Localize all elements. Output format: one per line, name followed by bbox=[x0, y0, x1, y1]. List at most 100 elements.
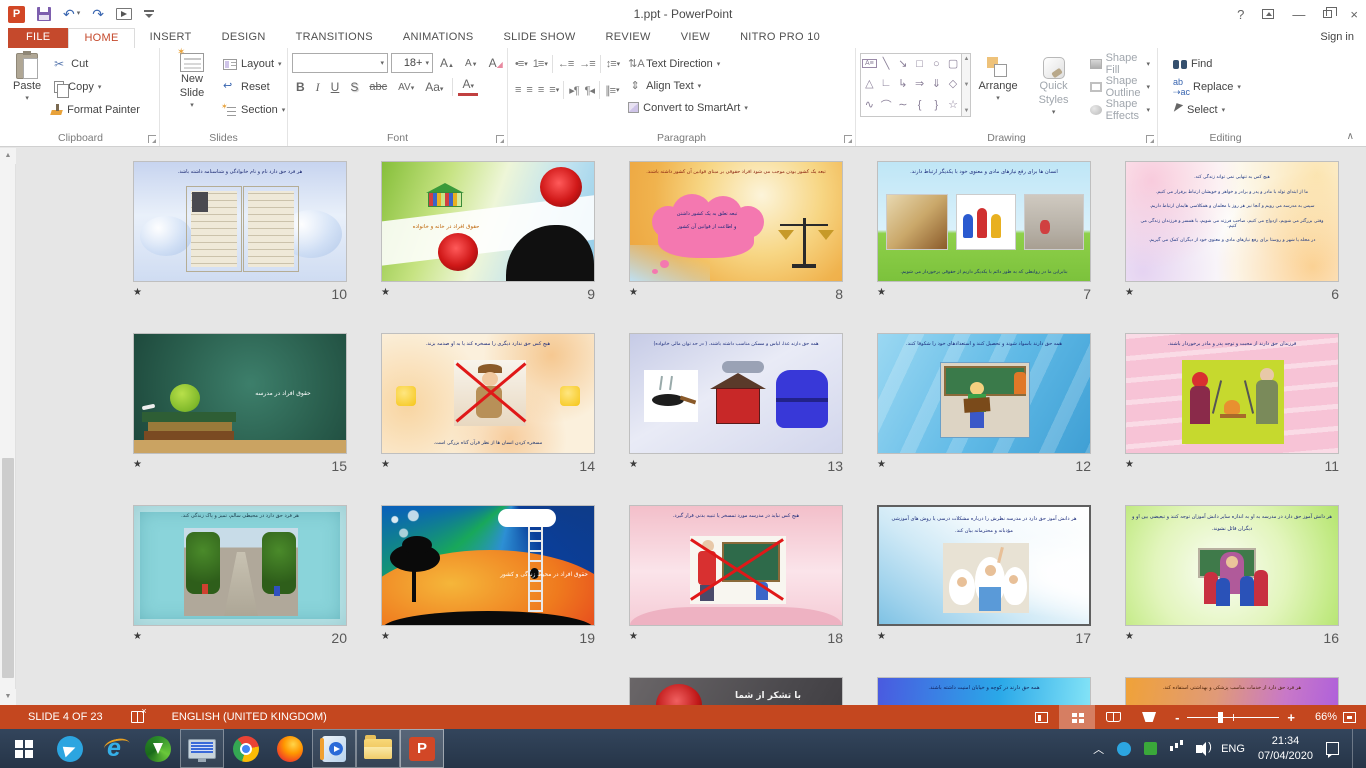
slide-thumbnail-6[interactable]: هیچ کس به تنهایی نمی تواند زندگی کند.ما … bbox=[1125, 161, 1339, 282]
paragraph-dialog-launcher[interactable] bbox=[844, 135, 852, 143]
show-hidden-icons-icon[interactable]: ︿ bbox=[1093, 741, 1104, 757]
animation-indicator-star-icon[interactable]: ★ bbox=[629, 459, 638, 470]
animation-indicator-star-icon[interactable]: ★ bbox=[133, 631, 142, 642]
zoom-slider[interactable] bbox=[1187, 717, 1279, 718]
clock[interactable]: 21:3407/04/2020 bbox=[1258, 734, 1313, 764]
drawing-dialog-launcher[interactable] bbox=[1146, 135, 1154, 143]
scribble-icon[interactable]: ∿ bbox=[865, 98, 874, 111]
animation-indicator-star-icon[interactable]: ★ bbox=[381, 459, 390, 470]
animation-indicator-star-icon[interactable]: ★ bbox=[877, 631, 886, 642]
cut-button[interactable]: ✂Cut bbox=[48, 54, 143, 74]
taskbar-on-screen-keyboard-button[interactable] bbox=[180, 729, 224, 768]
start-from-beginning-icon[interactable] bbox=[116, 8, 132, 20]
align-right-button[interactable]: ≡ bbox=[535, 83, 546, 97]
right-arrow-icon[interactable]: ⇒ bbox=[915, 77, 924, 90]
zoom-in-button[interactable]: + bbox=[1287, 710, 1295, 725]
animation-indicator-star-icon[interactable]: ★ bbox=[877, 459, 886, 470]
zoom-level[interactable]: 66% bbox=[1303, 711, 1337, 723]
tab-slide-show[interactable]: SLIDE SHOW bbox=[488, 28, 590, 48]
change-case-button[interactable]: Aa▾ bbox=[421, 79, 447, 95]
collapse-ribbon-icon[interactable]: ∧ bbox=[1347, 131, 1354, 142]
tab-animations[interactable]: ANIMATIONS bbox=[388, 28, 489, 48]
slide-indicator[interactable]: SLIDE 4 OF 23 bbox=[28, 711, 103, 723]
slide-thumbnail-16[interactable]: هر دانش آموز حق دارد در مدرسه به او به ا… bbox=[1125, 505, 1339, 626]
align-left-button[interactable]: ≡ bbox=[512, 83, 523, 97]
shapes-gallery[interactable]: A≡ ╲ ↘ □ ○ ▢ △ ∟ ↳ ⇒ ⇓ ◇ ∿ ⌒ ∼ { } ☆ bbox=[860, 53, 962, 117]
taskbar-media-player-button[interactable] bbox=[312, 729, 356, 768]
scroll-up-icon[interactable]: ▲ bbox=[0, 148, 16, 164]
gallery-more-icon[interactable]: ▼ bbox=[963, 108, 969, 114]
vertical-scrollbar[interactable]: ▲ ▼ bbox=[0, 148, 16, 705]
taskbar-telegram-button[interactable] bbox=[48, 729, 92, 768]
zoom-out-button[interactable]: - bbox=[1175, 710, 1179, 725]
shapes-gallery-scrollbar[interactable]: ▲▼▼ bbox=[962, 53, 971, 117]
slide-thumbnail[interactable]: هر فرد حق دارد از خدمات مناسب پزشکی و به… bbox=[1125, 677, 1339, 705]
animation-indicator-star-icon[interactable]: ★ bbox=[1125, 459, 1134, 470]
close-icon[interactable]: × bbox=[1350, 7, 1358, 22]
slide-thumbnail-17[interactable]: هر دانش آموز حق دارد در مدرسه نظرش را در… bbox=[877, 505, 1091, 626]
animation-indicator-star-icon[interactable]: ★ bbox=[629, 631, 638, 642]
reading-view-button[interactable] bbox=[1095, 705, 1131, 729]
fit-to-window-icon[interactable] bbox=[1343, 712, 1356, 723]
layout-button[interactable]: Layout▾ bbox=[220, 54, 288, 74]
restore-icon[interactable] bbox=[1323, 10, 1332, 18]
customize-quick-access-icon[interactable] bbox=[144, 10, 154, 20]
tab-review[interactable]: REVIEW bbox=[591, 28, 666, 48]
powerpoint-logo-icon[interactable] bbox=[8, 6, 25, 23]
select-button[interactable]: Select▾ bbox=[1170, 100, 1244, 120]
increase-indent-button[interactable]: →≡ bbox=[576, 57, 597, 71]
find-button[interactable]: Find bbox=[1170, 54, 1244, 74]
animation-indicator-star-icon[interactable]: ★ bbox=[877, 287, 886, 298]
animation-indicator-star-icon[interactable]: ★ bbox=[1125, 287, 1134, 298]
taskbar-internet-explorer-button[interactable] bbox=[92, 729, 136, 768]
tab-insert[interactable]: INSERT bbox=[135, 28, 207, 48]
tab-design[interactable]: DESIGN bbox=[207, 28, 281, 48]
tray-app-icon[interactable] bbox=[1117, 742, 1131, 756]
justify-button[interactable]: ≡▾ bbox=[546, 83, 561, 97]
bold-button[interactable]: B bbox=[292, 79, 309, 95]
slide-show-button[interactable] bbox=[1131, 705, 1167, 729]
text-shadow-button[interactable]: S bbox=[346, 79, 362, 95]
columns-button[interactable]: ∥≡▾ bbox=[602, 83, 621, 98]
redo-button[interactable]: ↷ bbox=[92, 7, 104, 21]
clear-formatting-button[interactable]: A◢ bbox=[485, 55, 507, 71]
line-spacing-button[interactable]: ↕≡▾ bbox=[603, 57, 622, 71]
rounded-rectangle-icon[interactable]: ▢ bbox=[948, 57, 958, 70]
font-size-combo[interactable]: 18+▾ bbox=[391, 53, 433, 73]
ltr-direction-button[interactable]: ▸¶ bbox=[566, 83, 581, 98]
rectangle-icon[interactable]: □ bbox=[916, 58, 923, 70]
pentagon-icon[interactable]: ◇ bbox=[949, 77, 957, 90]
arc-icon[interactable]: ⌒ bbox=[881, 97, 892, 113]
taskbar-chrome-button[interactable] bbox=[224, 729, 268, 768]
format-painter-button[interactable]: Format Painter bbox=[48, 100, 143, 120]
slide-thumbnail-10[interactable]: هر فرد حق دارد نام و نام خانوادگی و شناس… bbox=[133, 161, 347, 282]
line-arrow-icon[interactable]: ↘ bbox=[898, 57, 907, 70]
normal-view-button[interactable] bbox=[1023, 705, 1059, 729]
arrange-button[interactable]: Arrange ▾ bbox=[971, 51, 1024, 106]
left-brace-icon[interactable]: { bbox=[918, 99, 922, 111]
strikethrough-button[interactable]: abc bbox=[365, 80, 391, 94]
tray-app2-icon[interactable] bbox=[1144, 742, 1157, 755]
tab-nitro-pro-10[interactable]: NITRO PRO 10 bbox=[725, 28, 835, 48]
taskbar-firefox-button[interactable] bbox=[268, 729, 312, 768]
shape-outline-button[interactable]: Shape Outline▾ bbox=[1087, 77, 1153, 97]
text-direction-button[interactable]: ⇅AText Direction▾ bbox=[628, 54, 748, 73]
convert-to-smartart-button[interactable]: Convert to SmartArt▾ bbox=[628, 98, 748, 117]
slide-thumbnail-20[interactable]: هر فرد حق دارد در محیطی سالم، تمیز و پاک… bbox=[133, 505, 347, 626]
slide-thumbnail-8[interactable]: تبعه یک کشور بودن موجب می شود افراد حقوق… bbox=[629, 161, 843, 282]
zoom-slider-thumb[interactable] bbox=[1218, 712, 1223, 723]
show-desktop-button[interactable] bbox=[1352, 729, 1356, 768]
slide-thumbnail-13[interactable]: همه حق دارند غذا، لباس و مسکن مناسب داشت… bbox=[629, 333, 843, 454]
replace-button[interactable]: ab⇢acReplace▾ bbox=[1170, 77, 1244, 97]
sign-in-link[interactable]: Sign in bbox=[1320, 31, 1354, 43]
grow-font-button[interactable]: A▲ bbox=[436, 55, 458, 71]
slide-thumbnail-11[interactable]: فرزندان حق دارند از محبت و توجه پدر و ما… bbox=[1125, 333, 1339, 454]
slide-thumbnail-19[interactable]: حقوق افراد در محیط زندگی و کشور bbox=[381, 505, 595, 626]
volume-icon[interactable] bbox=[1196, 745, 1202, 753]
tab-view[interactable]: VIEW bbox=[666, 28, 725, 48]
clipboard-dialog-launcher[interactable] bbox=[148, 135, 156, 143]
network-signal-icon[interactable] bbox=[1170, 746, 1173, 751]
minimize-icon[interactable]: — bbox=[1292, 7, 1305, 22]
animation-indicator-star-icon[interactable]: ★ bbox=[381, 287, 390, 298]
ribbon-display-options-icon[interactable] bbox=[1262, 9, 1274, 19]
